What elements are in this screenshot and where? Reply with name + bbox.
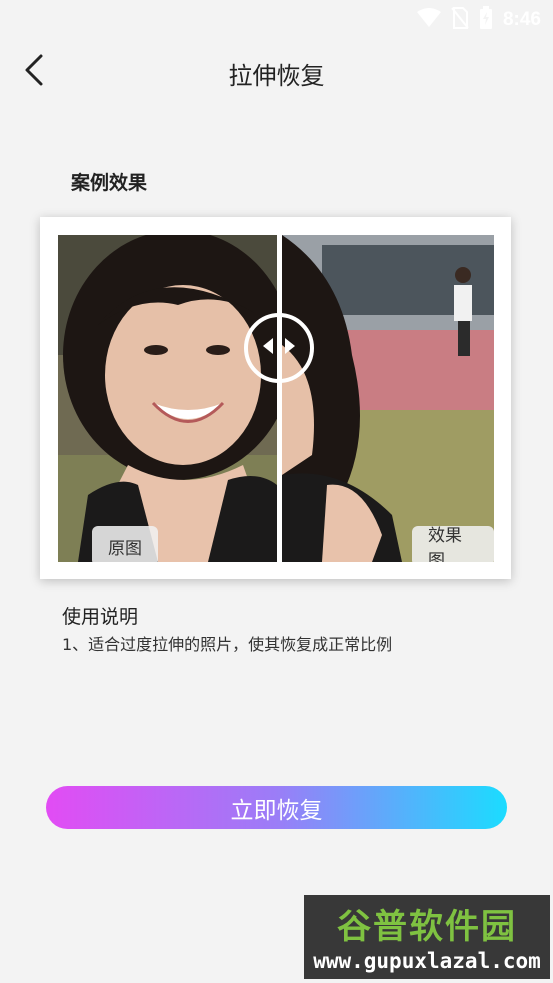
battery-icon (479, 6, 493, 34)
header: 拉伸恢复 (0, 38, 553, 104)
page-title: 拉伸恢复 (228, 62, 325, 90)
screen: 8:46 拉伸恢复 案例效果 原图 效果图 使用说明 1、适合过度拉伸的照片，使… (0, 0, 553, 983)
arrow-right-icon (284, 337, 296, 359)
compare-slider-handle[interactable] (244, 313, 314, 383)
arrow-left-icon (262, 337, 274, 359)
usage-title: 使用说明 (62, 606, 139, 628)
restore-now-button[interactable]: 立即恢复 (46, 786, 507, 829)
original-photo (58, 235, 277, 562)
status-time: 8:46 (502, 9, 541, 30)
comparison-photo: 原图 效果图 (58, 235, 494, 562)
section-title: 案例效果 (71, 172, 148, 194)
status-bar: 8:46 (0, 0, 553, 38)
original-tag: 原图 (92, 526, 158, 562)
comparison-card: 原图 效果图 (40, 217, 511, 579)
status-icons: 8:46 (416, 6, 541, 34)
wifi-icon (416, 8, 441, 32)
result-tag: 效果图 (412, 526, 494, 562)
watermark-url: www.gupuxlazal.com (313, 949, 541, 973)
watermark-logo: 谷普软件园 (337, 907, 517, 947)
usage-description: 1、适合过度拉伸的照片，使其恢复成正常比例 (62, 635, 393, 654)
result-photo (282, 235, 494, 562)
watermark: 谷普软件园 www.gupuxlazal.com (304, 895, 550, 979)
no-sim-icon (451, 7, 469, 33)
